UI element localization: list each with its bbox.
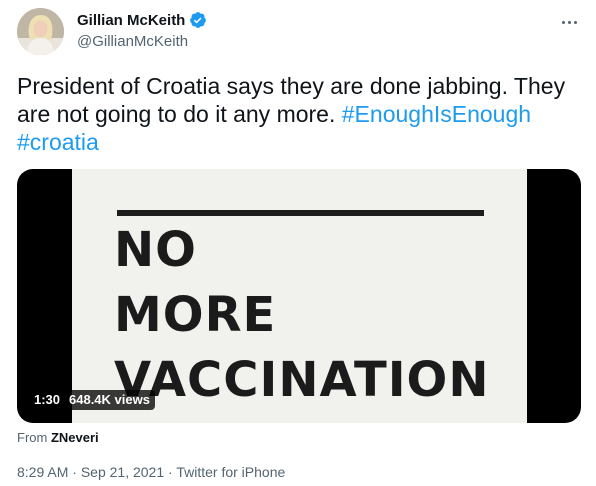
tweet-date[interactable]: Sep 21, 2021 bbox=[81, 464, 164, 480]
more-dot-icon bbox=[561, 20, 565, 24]
verified-badge-icon bbox=[190, 12, 207, 28]
meta-separator: · bbox=[168, 464, 173, 480]
frame-text-line: VACCINATION bbox=[114, 352, 490, 408]
hashtag-link[interactable]: #croatia bbox=[17, 129, 99, 155]
video-duration-badge: 1:30 bbox=[29, 390, 66, 410]
video-frame: NO MORE VACCINATION bbox=[72, 169, 527, 423]
tweet-client[interactable]: Twitter for iPhone bbox=[176, 464, 285, 480]
attribution-source-link[interactable]: ZNeveri bbox=[51, 430, 99, 445]
tweet-time[interactable]: 8:29 AM bbox=[17, 464, 68, 480]
tweet-meta: 8:29 AM · Sep 21, 2021 · Twitter for iPh… bbox=[17, 464, 285, 480]
video-views-badge: 648.4K views bbox=[64, 390, 155, 410]
avatar-image bbox=[17, 8, 64, 55]
hashtag-link[interactable]: #EnoughIsEnough bbox=[342, 101, 531, 127]
frame-rule bbox=[117, 210, 484, 216]
meta-separator: · bbox=[72, 464, 77, 480]
video-player[interactable]: NO MORE VACCINATION 1:30 648.4K views bbox=[17, 169, 581, 423]
frame-text-line: MORE bbox=[114, 287, 277, 343]
author-name[interactable]: Gillian McKeith bbox=[77, 12, 185, 29]
media-attribution: From ZNeveri bbox=[17, 430, 99, 445]
attribution-prefix: From bbox=[17, 430, 48, 445]
more-dot-icon bbox=[567, 20, 571, 24]
more-options-button[interactable] bbox=[559, 12, 579, 32]
avatar[interactable] bbox=[17, 8, 64, 55]
more-dot-icon bbox=[573, 20, 577, 24]
frame-text-line: NO bbox=[114, 222, 197, 278]
tweet-text: President of Croatia says they are done … bbox=[17, 72, 577, 156]
author-handle[interactable]: @GillianMcKeith bbox=[77, 33, 188, 50]
